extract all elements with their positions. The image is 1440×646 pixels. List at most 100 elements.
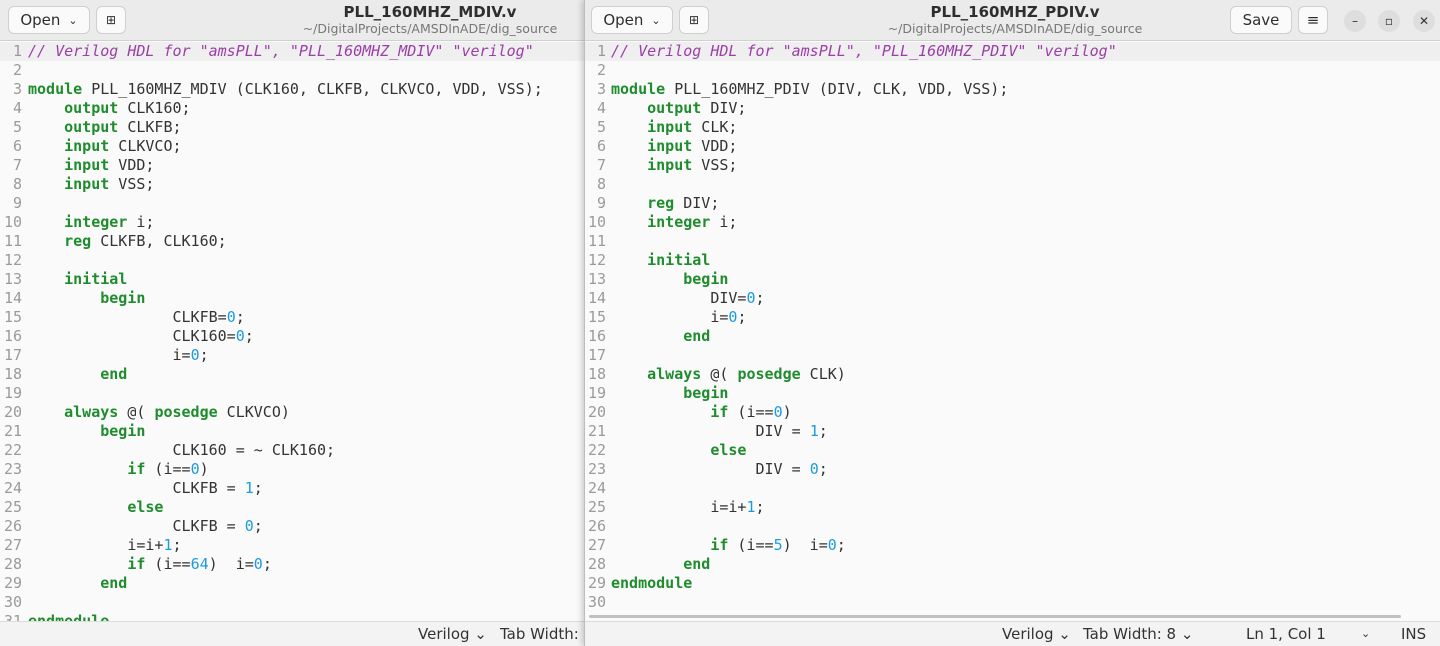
new-tab-button[interactable]: ⊞: [96, 6, 126, 34]
keyword-token: input: [647, 137, 693, 155]
code-line: 26 CLKFB = 0;: [0, 517, 584, 536]
text-token: PLL_160MHZ_MDIV (CLK160, CLKFB, CLKVCO, …: [82, 80, 543, 98]
code-text: // Verilog HDL for "amsPLL", "PLL_160MHZ…: [28, 42, 534, 61]
code-editor[interactable]: 1 // Verilog HDL for "amsPLL", "PLL_160MH…: [585, 41, 1440, 622]
code-line: 19: [0, 384, 584, 403]
minimize-icon: –: [1352, 14, 1358, 28]
code-text: integer i;: [28, 213, 154, 232]
text-token: CLKFB;: [118, 118, 182, 136]
new-document-icon: ⊞: [688, 13, 700, 27]
line-number: 2: [596, 61, 606, 79]
code-line: 6 input VDD;: [585, 137, 1440, 156]
code-line: 23 DIV = 0;: [585, 460, 1440, 479]
line-number: 29: [3, 574, 22, 592]
code-line: 3 module PLL_160MHZ_PDIV (DIV, CLK, VDD, …: [585, 80, 1440, 99]
line-number: 16: [587, 327, 606, 345]
title-area: PLL_160MHZ_PDIV.v ~/DigitalProjects/AMSD…: [865, 3, 1165, 37]
code-text: module PLL_160MHZ_PDIV (DIV, CLK, VDD, V…: [611, 80, 1008, 99]
text-token: VDD;: [109, 156, 155, 174]
line-number: 24: [3, 479, 22, 497]
save-button[interactable]: Save: [1230, 6, 1292, 34]
text-token: VSS;: [692, 156, 738, 174]
code-line: 21 begin: [0, 422, 584, 441]
line-number: 13: [587, 270, 606, 288]
text-token: CLKFB =: [28, 479, 245, 497]
maximize-icon: ▫: [1384, 14, 1394, 28]
code-text: else: [28, 498, 163, 517]
window-title: PLL_160MHZ_MDIV.v: [343, 3, 517, 21]
tab-width-selector[interactable]: Tab Width: 8: [500, 625, 584, 643]
code-text: i=i+1;: [611, 498, 764, 517]
close-button[interactable]: ✕: [1413, 10, 1435, 32]
keyword-token: reg: [64, 232, 92, 250]
code-line: 24 CLKFB = 1;: [0, 479, 584, 498]
text-token: ;: [199, 346, 209, 364]
code-line: 25 i=i+1;: [585, 498, 1440, 517]
keyword-token: if: [710, 403, 729, 421]
code-line: 8: [585, 175, 1440, 194]
cursor-position[interactable]: Ln 1, Col 1: [1246, 625, 1326, 643]
text-token: CLKVCO): [217, 403, 290, 421]
line-number: 27: [587, 536, 606, 554]
minimize-button[interactable]: –: [1344, 10, 1366, 32]
keyword-token: begin: [683, 384, 729, 402]
line-number: 28: [3, 555, 22, 573]
text-token: (i==: [145, 460, 191, 478]
code-text: begin: [611, 384, 728, 403]
open-button[interactable]: Open ⌄: [8, 6, 90, 34]
code-line: 15 i=0;: [585, 308, 1440, 327]
line-number: 3: [596, 80, 606, 98]
hamburger-menu-icon: ≡: [1306, 11, 1320, 29]
keyword-token: if: [710, 536, 729, 554]
keyword-token: initial: [64, 270, 128, 288]
code-line: 2: [585, 61, 1440, 80]
line-number: 27: [3, 536, 22, 554]
line-number: 18: [587, 365, 606, 383]
text-token: ): [199, 460, 209, 478]
code-line: 16 CLK160=0;: [0, 327, 584, 346]
insert-mode[interactable]: INS: [1401, 625, 1426, 643]
chevron-down-icon: ⌄: [68, 13, 78, 27]
new-tab-button[interactable]: ⊞: [679, 6, 709, 34]
text-token: ;: [172, 536, 182, 554]
tab-width-selector[interactable]: Tab Width: 8 ⌄: [1083, 625, 1193, 643]
text-token: (i==: [728, 536, 774, 554]
code-text: i=0;: [28, 346, 209, 365]
code-line: 16 end: [585, 327, 1440, 346]
line-number: 9: [12, 194, 22, 212]
number-token: 0: [253, 555, 263, 573]
line-number: 6: [596, 137, 606, 155]
maximize-button[interactable]: ▫: [1378, 10, 1400, 32]
code-text: input VDD;: [611, 137, 737, 156]
line-number: 28: [587, 555, 606, 573]
text-token: VSS;: [109, 175, 155, 193]
code-text: input VSS;: [611, 156, 737, 175]
language-selector[interactable]: Verilog ⌄: [1002, 625, 1071, 643]
keyword-token: output: [647, 99, 702, 117]
code-text: initial: [28, 270, 127, 289]
language-selector[interactable]: Verilog ⌄: [418, 625, 487, 643]
chevron-down-icon[interactable]: ⌄: [1361, 627, 1370, 640]
line-number: 21: [587, 422, 606, 440]
code-line: 30: [585, 593, 1440, 612]
line-number: 25: [3, 498, 22, 516]
horizontal-scrollbar[interactable]: [589, 615, 1401, 618]
open-button[interactable]: Open ⌄: [591, 6, 673, 34]
code-editor[interactable]: 1 // Verilog HDL for "amsPLL", "PLL_160MH…: [0, 41, 584, 622]
line-number: 8: [12, 175, 22, 193]
line-number: 11: [3, 232, 22, 250]
text-token: DIV;: [674, 194, 720, 212]
menu-button[interactable]: ≡: [1298, 6, 1328, 34]
number-token: 0: [746, 289, 756, 307]
